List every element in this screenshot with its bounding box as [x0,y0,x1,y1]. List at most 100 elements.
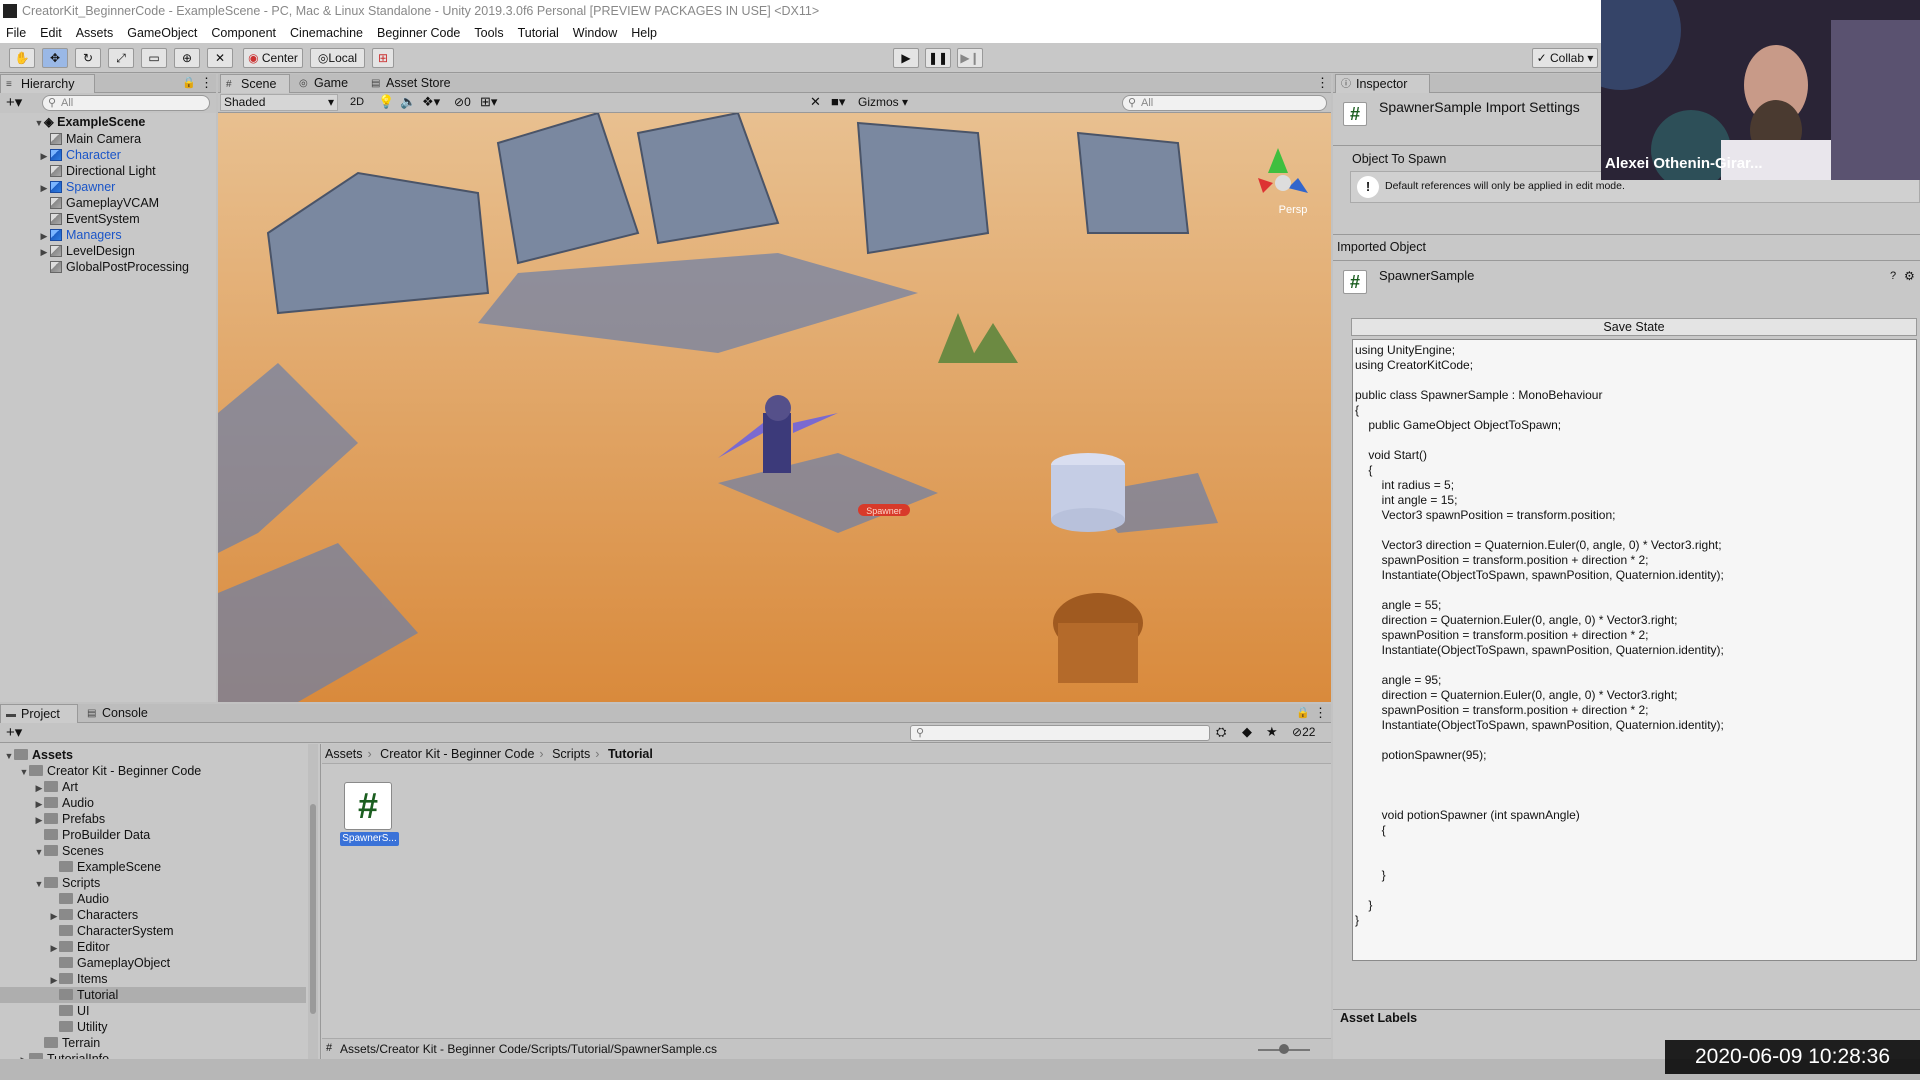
persp-label[interactable]: Persp [1279,204,1308,216]
hierarchy-item[interactable]: ▶ Character [41,147,216,163]
collab-button[interactable]: ✓ Collab ▾ [1532,48,1598,68]
expand-arrow-icon[interactable]: ▶ [38,244,50,260]
effects-icon[interactable]: ❖▾ [422,94,440,110]
expand-arrow-icon[interactable]: ▶ [49,940,59,956]
folder-tree-item[interactable]: ProBuilder Data [0,827,306,843]
folder-tree-item[interactable]: ▼ Scenes [0,843,306,859]
kebab-menu-icon[interactable]: ⋮ [200,75,213,91]
menu-tools[interactable]: Tools [474,26,503,40]
expand-arrow-icon[interactable]: ▶ [19,1052,29,1059]
menu-help[interactable]: Help [631,26,657,40]
help-icon[interactable]: ? [1890,270,1896,282]
menu-cinemachine[interactable]: Cinemachine [290,26,363,40]
folder-tree-item[interactable]: ▶ Art [0,779,306,795]
snap-icon[interactable]: ⊞ [372,48,394,68]
play-button[interactable]: ▶ [893,48,919,68]
folder-tree-item[interactable]: Utility [0,1019,306,1035]
expand-arrow-icon[interactable]: ▶ [38,180,50,196]
breadcrumb-creator-kit[interactable]: Creator Kit - Beginner Code [380,747,534,761]
scene-viewport[interactable]: Spawner Persp [218,113,1331,702]
hierarchy-item[interactable]: Main Camera [50,131,216,147]
mode-2d-toggle[interactable]: 2D [345,94,369,111]
menu-beginner-code[interactable]: Beginner Code [377,26,460,40]
folder-tree-item[interactable]: ExampleScene [0,859,306,875]
tab-console[interactable]: ▤ Console [82,704,162,723]
tree-scrollbar[interactable] [308,744,318,1059]
hierarchy-item[interactable]: ▶ Spawner [41,179,216,195]
breadcrumb-scripts[interactable]: Scripts [552,747,590,761]
lock-icon[interactable]: 🔒 [182,76,196,89]
gizmos-dropdown[interactable]: Gizmos ▾ [858,94,916,111]
pivot-local-button[interactable]: ◎Local [310,48,365,68]
save-state-button[interactable]: Save State [1351,318,1917,336]
folder-tree-item[interactable]: Audio [0,891,306,907]
grid-toggle-icon[interactable]: ⊞▾ [480,94,497,110]
expand-arrow-icon[interactable]: ▶ [49,972,59,988]
tab-project[interactable]: ▬ Project [0,704,78,723]
tab-game[interactable]: ◎ Game [294,74,354,93]
favorites-star-icon[interactable]: ★ [1266,724,1278,740]
expand-arrow-icon[interactable]: ▶ [38,148,50,164]
folder-tree-item[interactable]: ▼ Assets [0,747,306,763]
tab-inspector[interactable]: ⓘ Inspector [1335,74,1430,93]
menu-assets[interactable]: Assets [76,26,114,40]
hand-tool-icon[interactable]: ✋ [9,48,35,68]
audio-icon[interactable]: 🔈 [400,94,416,110]
folder-tree-item[interactable]: ▶ Editor [0,939,306,955]
search-by-label-icon[interactable]: ◆ [1242,724,1252,740]
folder-tree-item[interactable]: ▶ Prefabs [0,811,306,827]
menu-tutorial[interactable]: Tutorial [518,26,559,40]
lighting-icon[interactable]: 💡 [378,94,394,110]
folder-tree-item[interactable]: Tutorial [0,987,306,1003]
folder-tree-item[interactable]: CharacterSystem [0,923,306,939]
folder-tree-item[interactable]: ▶ TutorialInfo [0,1051,306,1059]
folder-tree-item[interactable]: UI [0,1003,306,1019]
hierarchy-item[interactable]: GameplayVCAM [50,195,216,211]
expand-arrow-icon[interactable]: ▼ [34,115,44,131]
hierarchy-item[interactable]: ▶ LevelDesign [41,243,216,259]
hierarchy-item[interactable]: EventSystem [50,211,216,227]
tab-scene[interactable]: # Scene [220,74,290,93]
pause-button[interactable]: ❚❚ [925,48,951,68]
expand-arrow-icon[interactable]: ▼ [34,844,44,860]
expand-arrow-icon[interactable]: ▶ [49,908,59,924]
folder-tree-item[interactable]: ▶ Characters [0,907,306,923]
folder-tree-item[interactable]: ▶ Audio [0,795,306,811]
expand-arrow-icon[interactable]: ▼ [4,748,14,764]
menu-file[interactable]: File [6,26,26,40]
expand-arrow-icon[interactable]: ▶ [38,228,50,244]
search-by-type-icon[interactable]: ⛭ [1216,724,1226,740]
menu-edit[interactable]: Edit [40,26,62,40]
script-source-view[interactable]: using UnityEngine; using CreatorKitCode;… [1352,339,1917,961]
expand-arrow-icon[interactable]: ▶ [34,796,44,812]
menu-gameobject[interactable]: GameObject [127,26,197,40]
scene-kebab-icon[interactable]: ⋮ [1316,75,1329,91]
folder-tree-item[interactable]: Terrain [0,1035,306,1051]
scale-tool-icon[interactable]: ⤢ [108,48,134,68]
project-search-input[interactable] [910,725,1210,741]
scene-row[interactable]: ▼◈ ExampleScene [34,114,216,130]
hierarchy-item[interactable]: Directional Light [50,163,216,179]
expand-arrow-icon[interactable]: ▶ [34,780,44,796]
create-plus-icon[interactable]: +▾ [6,93,22,111]
scene-search-input[interactable]: All [1122,95,1327,111]
hidden-objects-toggle[interactable]: ⊘0 [454,95,471,109]
breadcrumb-assets[interactable]: Assets [325,747,363,761]
pivot-center-button[interactable]: ◉ Center [243,48,303,68]
gear-icon[interactable]: ⚙ [1904,269,1915,283]
folder-tree-item[interactable]: ▶ Items [0,971,306,987]
folder-tree-item[interactable]: ▼ Scripts [0,875,306,891]
tools-icon[interactable]: ✕ [810,94,821,110]
rotate-tool-icon[interactable]: ↻ [75,48,101,68]
expand-arrow-icon[interactable]: ▼ [19,764,29,780]
move-tool-icon[interactable]: ✥ [42,48,68,68]
hierarchy-search-input[interactable]: All [42,95,210,111]
expand-arrow-icon[interactable]: ▶ [34,812,44,828]
rect-tool-icon[interactable]: ▭ [141,48,167,68]
menu-window[interactable]: Window [573,26,617,40]
transform-tool-icon[interactable]: ⊕ [174,48,200,68]
menu-component[interactable]: Component [211,26,276,40]
hierarchy-item[interactable]: GlobalPostProcessing [50,259,216,275]
folder-tree-item[interactable]: GameplayObject [0,955,306,971]
project-hidden-toggle[interactable]: ⊘22 [1292,725,1315,739]
